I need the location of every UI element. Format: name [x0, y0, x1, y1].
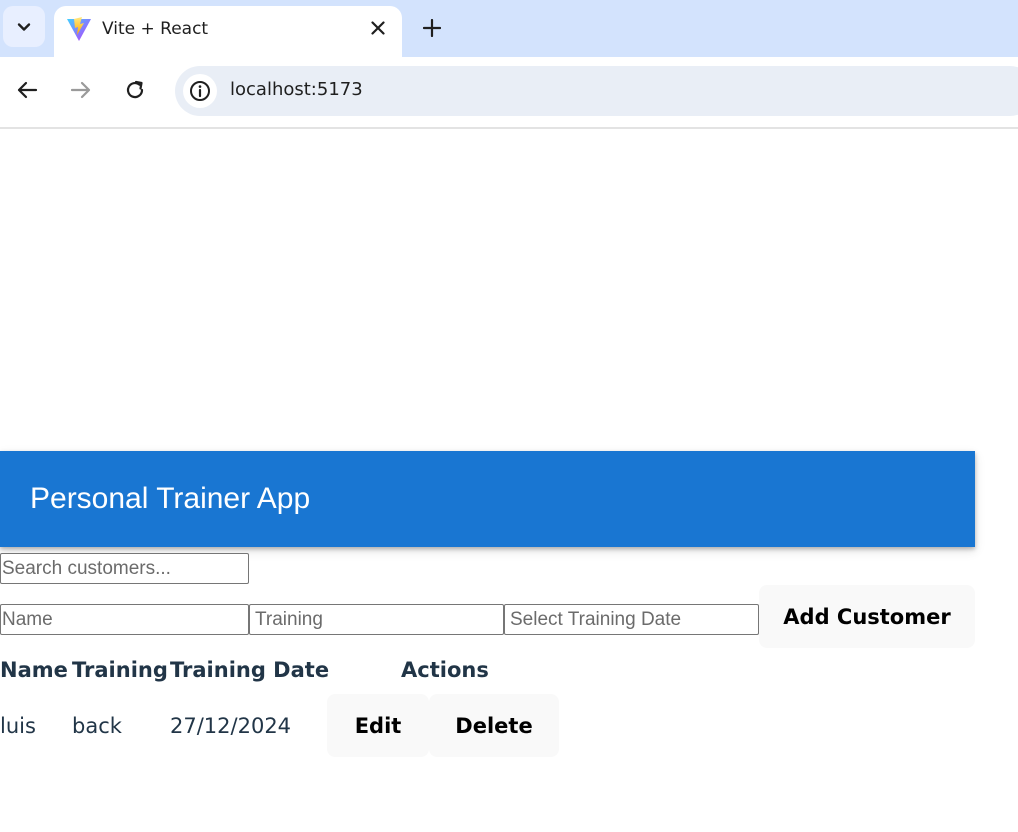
add-customer-button[interactable]: Add Customer — [759, 585, 975, 648]
plus-icon — [423, 19, 441, 37]
training-field[interactable] — [249, 604, 504, 635]
back-button[interactable] — [12, 75, 42, 105]
url-text[interactable]: localhost:5173 — [230, 79, 363, 100]
column-header-actions: Actions — [401, 658, 489, 682]
tab-search-button[interactable] — [3, 6, 45, 47]
close-icon — [371, 21, 385, 35]
reload-button[interactable] — [120, 75, 150, 105]
arrow-left-icon — [17, 81, 38, 99]
name-field[interactable] — [0, 604, 249, 635]
vite-logo-icon — [67, 17, 91, 41]
info-icon — [190, 81, 210, 101]
chevron-down-icon — [17, 22, 31, 31]
arrow-right-icon — [70, 81, 91, 99]
new-tab-button[interactable] — [418, 14, 446, 42]
address-bar[interactable]: localhost:5173 — [175, 66, 1018, 116]
browser-tab[interactable]: Vite + React — [54, 6, 402, 57]
tab-close-button[interactable] — [368, 18, 388, 38]
edit-button[interactable]: Edit — [327, 694, 429, 757]
forward-button[interactable] — [66, 75, 96, 105]
app-title: Personal Trainer App — [30, 482, 311, 515]
column-header-training: Training — [72, 658, 168, 682]
column-header-training-date: Training Date — [170, 658, 330, 682]
delete-button[interactable]: Delete — [429, 694, 559, 757]
column-header-name: Name — [0, 658, 68, 682]
site-info-button[interactable] — [183, 74, 217, 108]
reload-icon — [126, 80, 144, 99]
browser-toolbar: localhost:5173 — [0, 57, 1018, 129]
cell-training: back — [72, 714, 122, 738]
cell-training-date: 27/12/2024 — [170, 714, 292, 738]
search-input[interactable] — [0, 553, 249, 584]
training-date-field[interactable] — [504, 604, 759, 635]
cell-name: luis — [0, 714, 36, 738]
app-header: Personal Trainer App — [0, 451, 975, 547]
tab-title: Vite + React — [102, 19, 209, 39]
browser-tabstrip: Vite + React — [0, 0, 1018, 57]
